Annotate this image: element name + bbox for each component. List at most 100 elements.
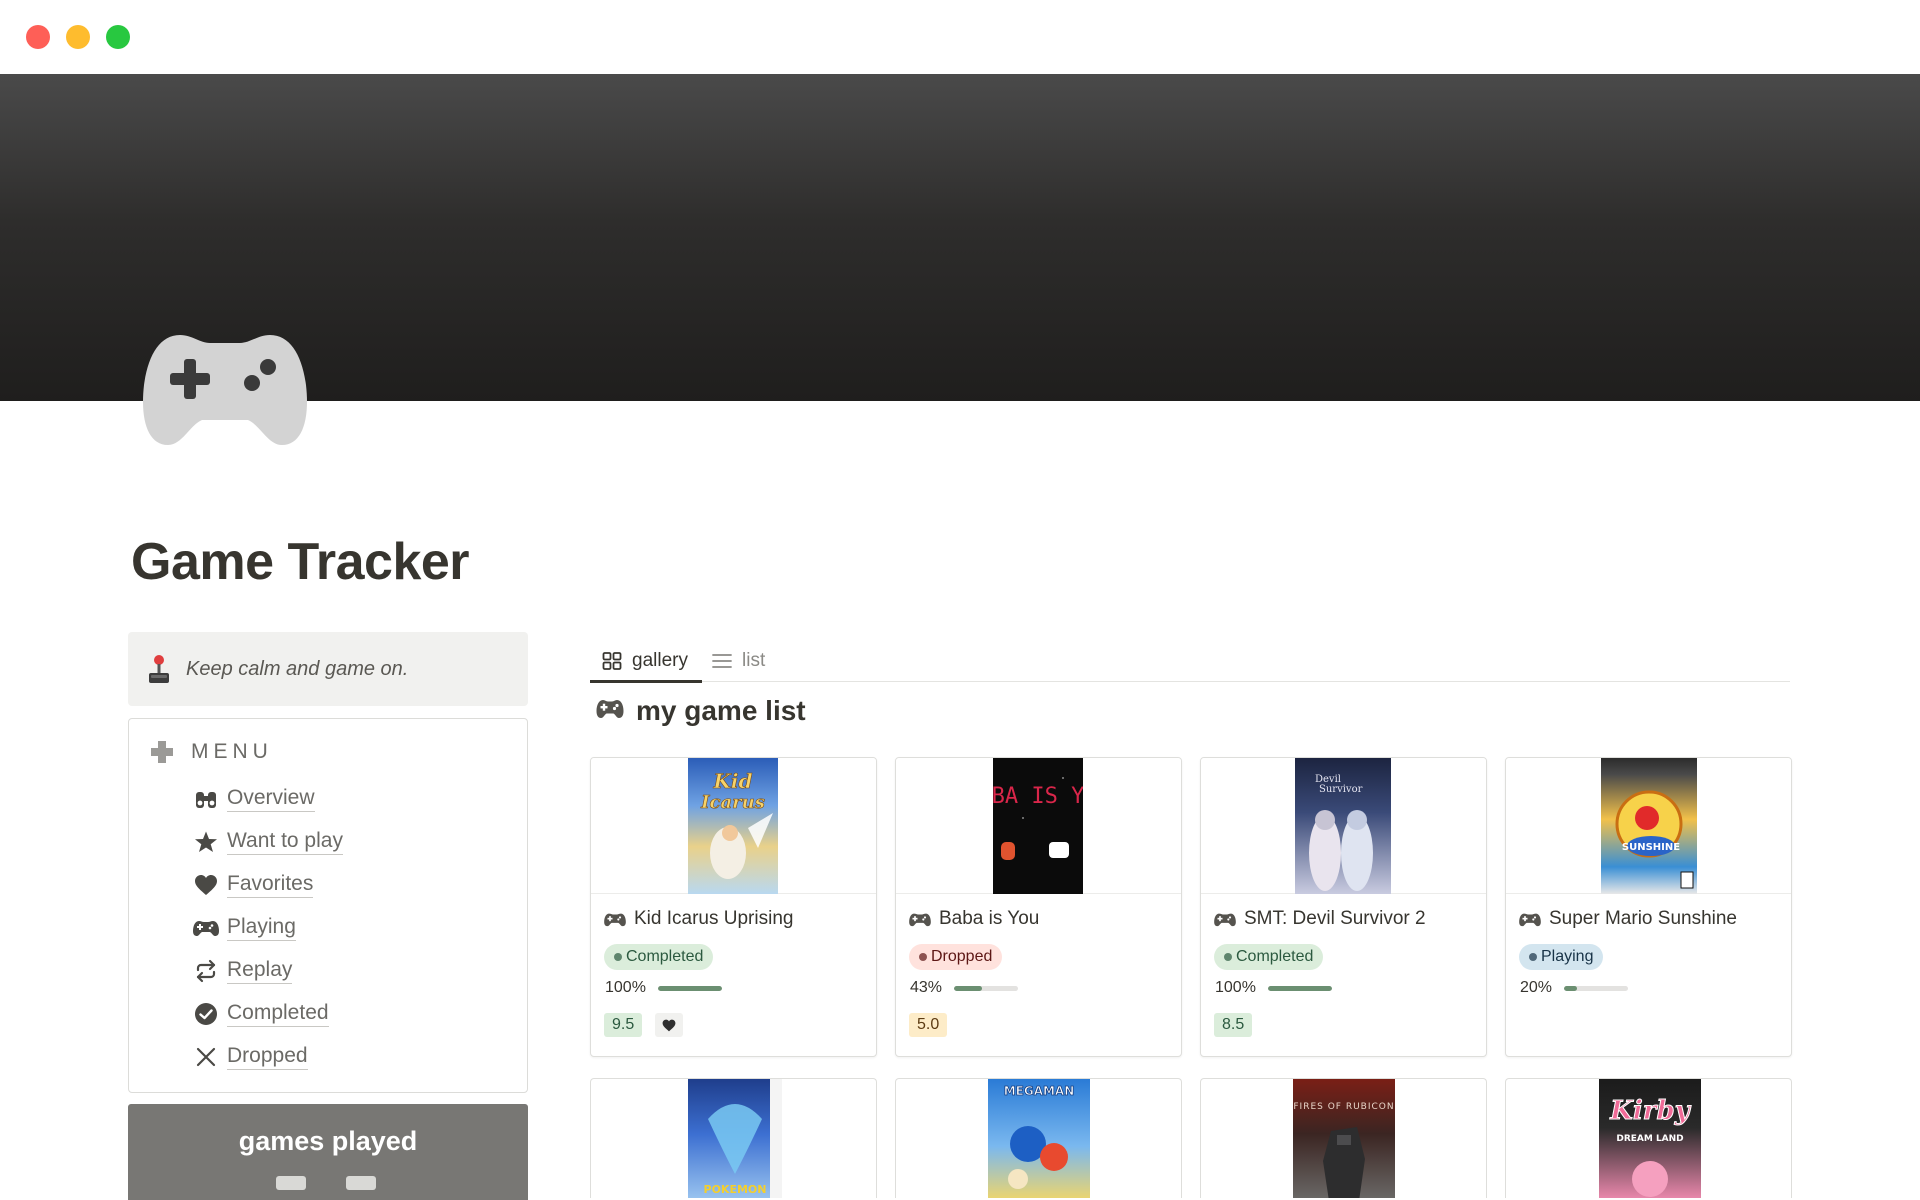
progress-bar <box>1564 985 1629 991</box>
card-cover: Kid Icarus <box>591 758 876 894</box>
check-circle-icon <box>193 1001 219 1027</box>
tab-list[interactable]: list <box>712 640 765 682</box>
svg-text:POKEMON: POKEMON <box>704 1183 767 1196</box>
score-badge: 9.5 <box>604 1013 643 1037</box>
controller-icon <box>1214 913 1236 926</box>
game-name: SMT: Devil Survivor 2 <box>1244 908 1426 929</box>
controller-icon <box>604 913 626 926</box>
menu-item-replay[interactable]: Replay <box>193 949 343 992</box>
menu-item-label: Replay <box>227 957 293 984</box>
progress-label: 100% <box>605 979 646 996</box>
progress-label: 20% <box>1520 979 1553 996</box>
svg-text:BABA IS YOU: BABA IS YOU <box>993 784 1083 809</box>
game-card-armored-core[interactable]: FIRES OF RUBICON <box>1200 1078 1487 1198</box>
games-played-chip <box>346 1176 376 1190</box>
card-cover: SUNSHINE <box>1506 758 1791 894</box>
menu-item-label: Completed <box>227 1000 329 1027</box>
active-tab-indicator <box>590 680 702 683</box>
status-badge: Playing <box>1519 944 1604 970</box>
mario-sunshine-cover-image: SUNSHINE <box>1601 758 1697 894</box>
controller-icon <box>193 915 219 941</box>
pokemon-cover-image: POKEMON <box>688 1079 782 1198</box>
game-card-super-mario-sunshine[interactable]: SUNSHINE Super Mario Sunshine Playing 20… <box>1505 757 1792 1057</box>
controller-icon <box>909 913 931 926</box>
menu-item-label: Favorites <box>227 871 314 898</box>
minimize-window-button[interactable] <box>66 25 90 49</box>
tab-label: gallery <box>632 650 688 671</box>
card-cover: BABA IS YOU <box>896 758 1181 894</box>
menu-panel: MENU Overview Want to play Favorites Pla… <box>128 718 528 1093</box>
progress-label: 100% <box>1215 979 1256 996</box>
svg-text:Survivor: Survivor <box>1319 784 1363 795</box>
close-window-button[interactable] <box>26 25 50 49</box>
menu-item-overview[interactable]: Overview <box>193 777 343 820</box>
game-name: Kid Icarus Uprising <box>634 908 794 929</box>
heart-icon <box>193 872 219 898</box>
megaman-cover-image: MEGAMAN <box>988 1079 1090 1198</box>
game-card-baba-is-you[interactable]: BABA IS YOU Baba is You Dropped 43% 5.0 <box>895 757 1182 1057</box>
devil-survivor-cover-image: Devil Survivor <box>1295 758 1391 894</box>
heart-icon <box>662 1019 676 1031</box>
game-name: Baba is You <box>939 908 1040 929</box>
quote-callout: Keep calm and game on. <box>128 632 528 706</box>
menu-item-label: Overview <box>227 785 315 812</box>
callout-text: Keep calm and game on. <box>186 657 409 680</box>
progress-bar <box>1267 985 1332 991</box>
maximize-window-button[interactable] <box>106 25 130 49</box>
tab-label: list <box>742 650 766 671</box>
favorite-badge <box>655 1013 683 1037</box>
game-card-kirby[interactable]: Kirby DREAM LAND <box>1505 1078 1792 1198</box>
svg-text:DREAM LAND: DREAM LAND <box>1616 1134 1683 1144</box>
status-badge: Completed <box>604 944 714 970</box>
menu-item-want-to-play[interactable]: Want to play <box>193 820 343 863</box>
progress-fill <box>1564 985 1577 991</box>
tab-gallery[interactable]: gallery <box>602 640 688 682</box>
menu-heading-label: MENU <box>191 740 273 763</box>
page-title: Game Tracker <box>131 533 470 591</box>
status-badge: Dropped <box>909 944 1003 970</box>
status-badge: Completed <box>1214 944 1324 970</box>
menu-item-playing[interactable]: Playing <box>193 906 343 949</box>
game-card-pokemon[interactable]: POKEMON <box>590 1078 877 1198</box>
gamepad-icon[interactable] <box>140 325 310 455</box>
card-cover: Devil Survivor <box>1201 758 1486 894</box>
controller-icon <box>1519 913 1541 926</box>
repeat-icon <box>193 958 219 984</box>
svg-text:Kirby: Kirby <box>1609 1096 1691 1126</box>
x-icon <box>193 1044 219 1070</box>
game-card-megaman[interactable]: MEGAMAN <box>895 1078 1182 1198</box>
section-heading: my game list <box>596 695 806 727</box>
menu-item-dropped[interactable]: Dropped <box>193 1035 343 1078</box>
games-played-title: games played <box>238 1126 418 1156</box>
progress-fill <box>1267 985 1332 991</box>
game-title: Kid Icarus Uprising <box>604 908 793 930</box>
svg-text:SUNSHINE: SUNSHINE <box>1622 842 1680 853</box>
games-played-chip <box>276 1176 306 1190</box>
svg-text:Icarus: Icarus <box>700 792 765 813</box>
joystick-icon <box>146 653 172 685</box>
progress-bar <box>954 985 1019 991</box>
list-icon <box>712 654 732 668</box>
game-card-kid-icarus-uprising[interactable]: Kid Icarus Kid Icarus Uprising Completed … <box>590 757 877 1057</box>
svg-text:FIRES OF RUBICON: FIRES OF RUBICON <box>1293 1102 1394 1112</box>
progress-row: 20% <box>1520 979 1629 997</box>
game-card-smt-devil-survivor-2[interactable]: Devil Survivor SMT: Devil Survivor 2 Comp… <box>1200 757 1487 1057</box>
kid-icarus-cover-image: Kid Icarus <box>688 758 778 894</box>
progress-bar <box>657 985 722 991</box>
progress-fill <box>657 985 722 991</box>
score-badge: 5.0 <box>909 1013 948 1037</box>
svg-text:Kid: Kid <box>713 769 753 793</box>
grid-icon <box>602 652 622 670</box>
window-titlebar <box>0 0 1920 74</box>
menu-item-completed[interactable]: Completed <box>193 992 343 1035</box>
menu-item-label: Dropped <box>227 1043 308 1070</box>
score-badge: 8.5 <box>1214 1013 1253 1037</box>
section-title: my game list <box>636 695 806 726</box>
menu-item-label: Want to play <box>227 828 343 855</box>
menu-heading: MENU <box>149 739 273 765</box>
binoculars-icon <box>193 786 219 812</box>
game-name: Super Mario Sunshine <box>1549 908 1737 929</box>
game-title: Baba is You <box>909 908 1039 930</box>
menu-list: Overview Want to play Favorites Playing … <box>193 777 343 1078</box>
menu-item-favorites[interactable]: Favorites <box>193 863 343 906</box>
